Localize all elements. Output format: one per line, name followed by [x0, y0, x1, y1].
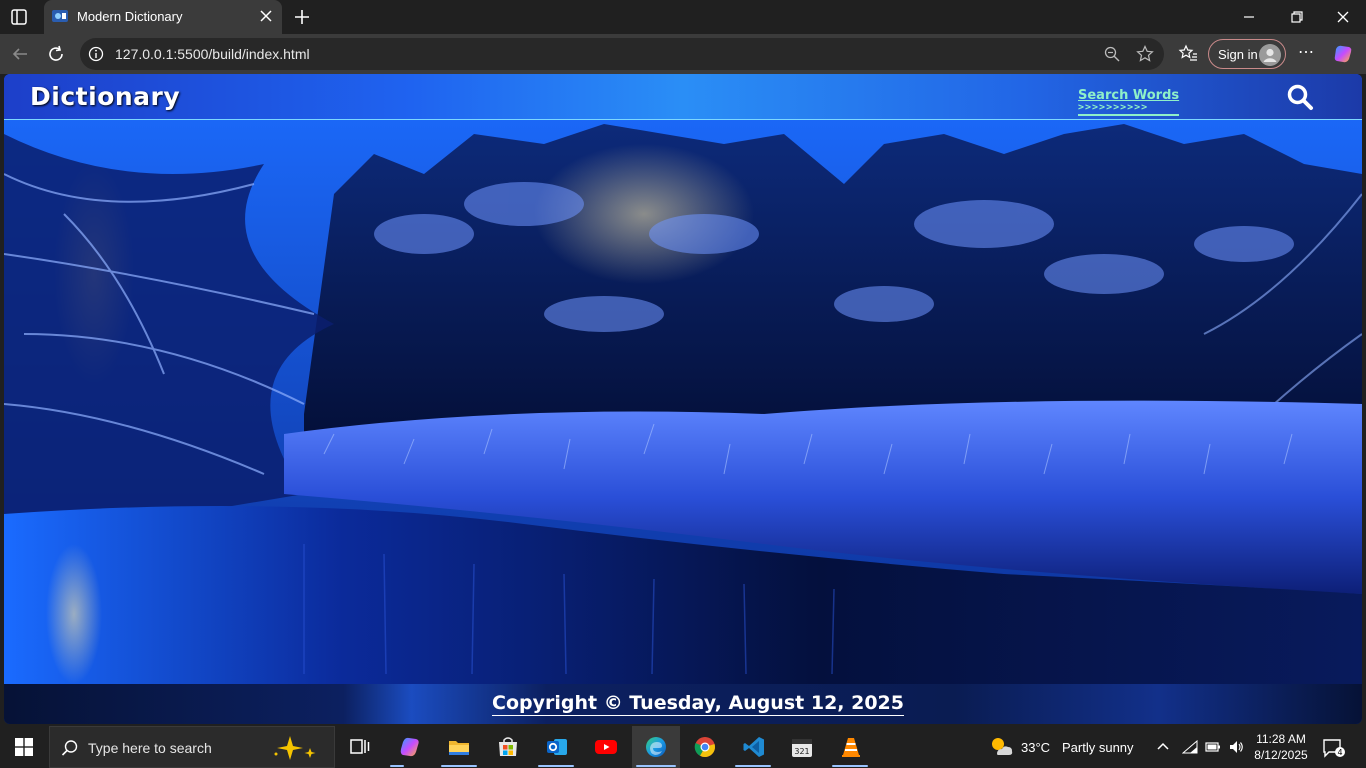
copyright-text: Copyright © Tuesday, August 12, 2025: [492, 692, 904, 716]
notification-icon[interactable]: 4: [1323, 738, 1345, 758]
sign-in-button[interactable]: Sign in: [1208, 39, 1286, 69]
browser-toolbar: 127.0.0.1:5500/build/index.html Sign in …: [0, 34, 1366, 74]
windows-taskbar: Type here to search 321 33°C Partly sunn…: [0, 726, 1366, 768]
restore-icon[interactable]: [1290, 10, 1304, 24]
sign-in-label: Sign in: [1218, 47, 1258, 62]
battery-icon[interactable]: [1205, 740, 1221, 754]
sparkle-icon: [274, 736, 316, 760]
taskbar-search-icon: [61, 740, 78, 756]
copilot-icon[interactable]: [1332, 43, 1354, 65]
copilot-running-indicator: [390, 765, 404, 767]
weather-temperature[interactable]: 33°C: [1021, 740, 1050, 755]
outlook-running-indicator: [538, 765, 574, 767]
system-clock[interactable]: 11:28 AM 8/12/2025: [1253, 731, 1309, 763]
edge-icon[interactable]: [644, 735, 668, 759]
svg-text:321: 321: [794, 747, 809, 756]
vlc-icon[interactable]: [839, 735, 863, 759]
tab-favicon-icon: [52, 10, 68, 22]
tab-title: Modern Dictionary: [77, 9, 183, 24]
favorite-star-icon[interactable]: [1136, 45, 1154, 63]
taskbar-search-box[interactable]: Type here to search: [49, 726, 335, 768]
search-words-label: Search Words: [1078, 88, 1180, 103]
address-bar[interactable]: 127.0.0.1:5500/build/index.html: [80, 38, 1164, 70]
search-words-arrows: >>>>>>>>>>: [1078, 102, 1180, 116]
explorer-running-indicator: [441, 765, 477, 767]
back-arrow-icon[interactable]: [10, 44, 30, 64]
sidebar-toggle-icon[interactable]: [10, 8, 28, 26]
file-explorer-icon[interactable]: [447, 735, 471, 759]
new-tab-icon[interactable]: [292, 7, 312, 27]
site-logo[interactable]: Dictionary: [30, 82, 180, 111]
vlc-running-indicator: [832, 765, 868, 767]
clock-date: 8/12/2025: [1254, 748, 1308, 762]
reload-icon[interactable]: [46, 44, 66, 64]
chrome-icon[interactable]: [693, 735, 717, 759]
partly-sunny-icon[interactable]: [988, 734, 1014, 760]
taskbar-search-placeholder: Type here to search: [88, 740, 212, 756]
microsoft-store-icon[interactable]: [496, 735, 520, 759]
winter-river-background-image: [4, 74, 1362, 724]
clock-time: 11:28 AM: [1256, 732, 1306, 746]
outlook-icon[interactable]: [545, 735, 569, 759]
vscode-running-indicator: [735, 765, 771, 767]
chevron-up-icon[interactable]: [1156, 740, 1170, 754]
zoom-icon[interactable]: [1104, 46, 1120, 62]
notification-count: 4: [1337, 748, 1342, 757]
edge-running-indicator: [636, 765, 676, 767]
tab-close-icon[interactable]: [258, 8, 274, 24]
windows-start-icon[interactable]: [15, 738, 33, 756]
minimize-icon[interactable]: [1242, 10, 1256, 24]
url-text[interactable]: 127.0.0.1:5500/build/index.html: [115, 46, 310, 62]
more-options-icon[interactable]: ⋯: [1296, 44, 1316, 64]
search-words-link[interactable]: Search Words >>>>>>>>>>: [1078, 88, 1180, 116]
search-icon[interactable]: [1286, 83, 1314, 111]
network-icon[interactable]: [1182, 740, 1198, 754]
tab-modern-dictionary[interactable]: Modern Dictionary: [44, 0, 282, 34]
calendar-app-icon[interactable]: 321: [790, 735, 814, 759]
close-window-icon[interactable]: [1336, 10, 1350, 24]
task-view-icon[interactable]: [348, 735, 372, 759]
youtube-icon[interactable]: [594, 735, 618, 759]
site-header: Dictionary Search Words >>>>>>>>>>: [4, 74, 1362, 120]
favorites-icon[interactable]: [1178, 44, 1198, 64]
volume-icon[interactable]: [1228, 739, 1244, 755]
page-viewport: Dictionary Search Words >>>>>>>>>> Copyr…: [4, 74, 1362, 724]
weather-description[interactable]: Partly sunny: [1062, 740, 1134, 755]
profile-avatar-icon: [1259, 44, 1281, 66]
copilot-taskbar-icon[interactable]: [398, 735, 422, 759]
vscode-icon[interactable]: [742, 735, 766, 759]
browser-title-bar: Modern Dictionary: [0, 0, 1366, 34]
site-footer: Copyright © Tuesday, August 12, 2025: [4, 684, 1362, 724]
site-info-icon[interactable]: [88, 46, 104, 62]
